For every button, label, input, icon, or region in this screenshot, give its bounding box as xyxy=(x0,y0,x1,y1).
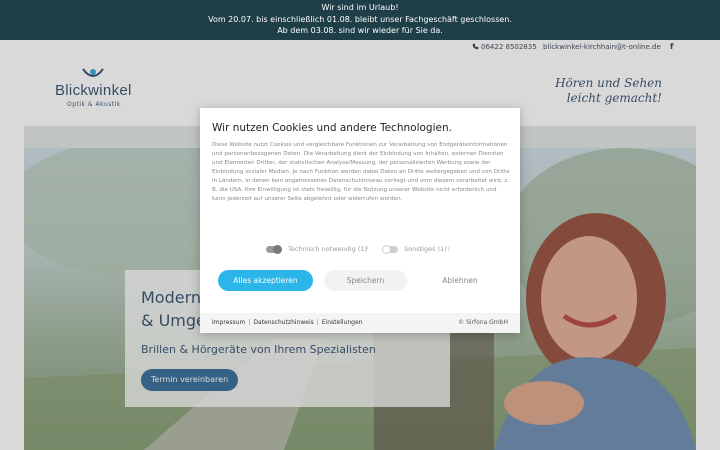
link-separator: | xyxy=(248,319,251,326)
toggle-necessary-label: Technisch notwendig (1) xyxy=(288,245,368,253)
copyright-text: © Sirfona GmbH xyxy=(458,319,508,326)
announcement-line-1: Wir sind im Urlaub! xyxy=(321,3,399,12)
toggle-necessary[interactable] xyxy=(266,245,282,254)
dialog-footer: Impressum | Datenschutzhinweis | Einstellung… xyxy=(200,313,520,333)
toggle-knob xyxy=(273,245,282,254)
consent-toggles: Technisch notwendig (1) ? Sonstiges (1) … xyxy=(200,244,520,256)
announcement-line-2: Vom 20.07. bis einschließlich 01.08. ble… xyxy=(208,14,512,24)
privacy-link[interactable]: Datenschutzhinweis xyxy=(253,319,313,326)
cookie-consent-dialog: Wir nutzen Cookies und andere Technologi… xyxy=(200,108,520,333)
help-icon-other[interactable]: ? xyxy=(447,245,450,253)
footer-links: Impressum | Datenschutzhinweis | Einstellung… xyxy=(212,319,362,326)
dialog-title: Wir nutzen Cookies und andere Technologi… xyxy=(212,122,452,134)
announcement-bar: Wir sind im Urlaub! Vom 20.07. bis einsc… xyxy=(0,0,720,40)
help-icon-necessary[interactable]: ? xyxy=(365,245,368,253)
dialog-body-text: Diese Website nutzt Cookies und vergleic… xyxy=(212,142,510,202)
toggle-other-label: Sonstiges (1) xyxy=(404,245,447,253)
link-separator: | xyxy=(316,319,319,326)
toggle-other[interactable] xyxy=(382,245,398,254)
accept-all-button[interactable]: Alles akzeptieren xyxy=(218,270,313,291)
toggle-knob xyxy=(382,245,391,254)
settings-link[interactable]: Einstellungen xyxy=(322,319,363,326)
deny-button[interactable]: Ablehnen xyxy=(424,270,496,291)
announcement-line-3: Ab dem 03.08. sind wir wieder für Sie da… xyxy=(277,26,443,35)
imprint-link[interactable]: Impressum xyxy=(212,319,245,326)
save-button[interactable]: Speichern xyxy=(324,270,407,291)
